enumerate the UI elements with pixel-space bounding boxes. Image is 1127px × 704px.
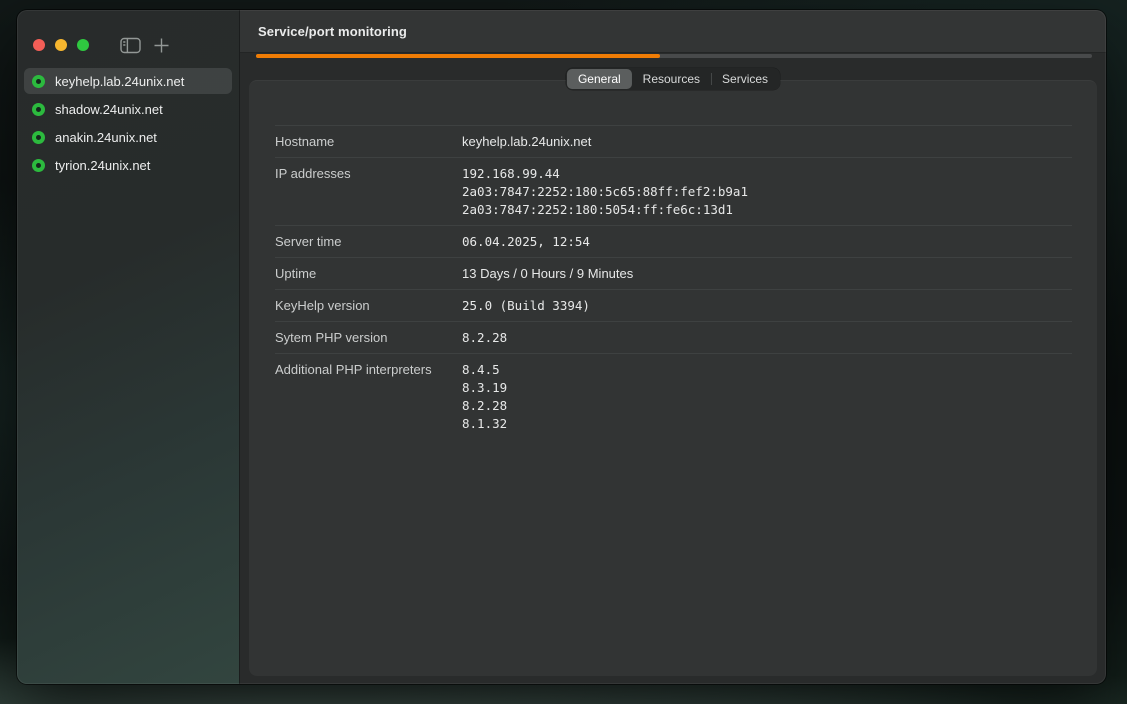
tab-resources[interactable]: Resources [632,69,711,89]
info-value-line: 8.4.5 [462,361,507,379]
info-value: 25.0 (Build 3394) [462,297,590,315]
info-value-line: 25.0 (Build 3394) [462,297,590,315]
tab-general[interactable]: General [567,69,632,89]
zoom-button[interactable] [77,39,89,51]
info-value-line: 13 Days / 0 Hours / 9 Minutes [462,265,633,283]
info-value-line: 8.1.32 [462,415,507,433]
info-row: Server time06.04.2025, 12:54 [275,225,1072,257]
sidebar-server-item[interactable]: shadow.24unix.net [24,96,232,122]
info-value: 13 Days / 0 Hours / 9 Minutes [462,265,633,283]
info-value: 192.168.99.442a03:7847:2252:180:5c65:88f… [462,165,748,219]
info-row: Hostnamekeyhelp.lab.24unix.net [275,125,1072,157]
info-row: Additional PHP interpreters8.4.58.3.198.… [275,353,1072,439]
server-name: tyrion.24unix.net [55,158,150,173]
sidebar-server-item[interactable]: keyhelp.lab.24unix.net [24,68,232,94]
info-value-line: 8.3.19 [462,379,507,397]
online-status-icon [32,131,45,144]
info-value: 06.04.2025, 12:54 [462,233,590,251]
window-controls [17,10,239,53]
sidebar-server-item[interactable]: tyrion.24unix.net [24,152,232,178]
server-name: keyhelp.lab.24unix.net [55,74,184,89]
info-row: Uptime13 Days / 0 Hours / 9 Minutes [275,257,1072,289]
add-icon[interactable] [153,37,170,54]
titlebar: Service/port monitoring [240,10,1106,53]
info-value-line: 2a03:7847:2252:180:5054:ff:fe6c:13d1 [462,201,748,219]
info-label: Hostname [275,133,462,151]
main-panel: Service/port monitoring GeneralResources… [240,10,1106,684]
info-value-line: 192.168.99.44 [462,165,748,183]
info-row: Sytem PHP version8.2.28 [275,321,1072,353]
info-value-line: 8.2.28 [462,329,507,347]
progress-bar [256,54,1092,58]
page-title: Service/port monitoring [258,24,407,39]
info-value-line: 06.04.2025, 12:54 [462,233,590,251]
desktop-background: keyhelp.lab.24unix.net shadow.24unix.net a… [0,0,1127,704]
info-value: keyhelp.lab.24unix.net [462,133,591,151]
close-button[interactable] [33,39,45,51]
online-status-icon [32,159,45,172]
online-status-icon [32,75,45,88]
minimize-button[interactable] [55,39,67,51]
sidebar: keyhelp.lab.24unix.net shadow.24unix.net a… [17,10,240,684]
sidebar-server-item[interactable]: anakin.24unix.net [24,124,232,150]
toggle-sidebar-icon[interactable] [120,37,141,54]
info-value-line: keyhelp.lab.24unix.net [462,133,591,151]
info-label: KeyHelp version [275,297,462,315]
info-row: KeyHelp version25.0 (Build 3394) [275,289,1072,321]
progress-bar-fill [256,54,660,58]
info-row: IP addresses192.168.99.442a03:7847:2252:… [275,157,1072,225]
general-info-panel: Hostnamekeyhelp.lab.24unix.netIP address… [249,80,1097,676]
info-label: Uptime [275,265,462,283]
online-status-icon [32,103,45,116]
server-list: keyhelp.lab.24unix.net shadow.24unix.net a… [17,68,239,178]
info-label: Additional PHP interpreters [275,361,462,433]
info-value-line: 2a03:7847:2252:180:5c65:88ff:fef2:b9a1 [462,183,748,201]
info-table: Hostnamekeyhelp.lab.24unix.netIP address… [275,125,1072,439]
info-label: Server time [275,233,462,251]
tab-services[interactable]: Services [711,69,779,89]
tab-segmented-control: GeneralResourcesServices [566,68,780,90]
server-name: anakin.24unix.net [55,130,157,145]
app-window: keyhelp.lab.24unix.net shadow.24unix.net a… [17,10,1106,684]
info-value: 8.2.28 [462,329,507,347]
info-label: IP addresses [275,165,462,219]
info-value-line: 8.2.28 [462,397,507,415]
info-label: Sytem PHP version [275,329,462,347]
info-value: 8.4.58.3.198.2.288.1.32 [462,361,507,433]
server-name: shadow.24unix.net [55,102,163,117]
